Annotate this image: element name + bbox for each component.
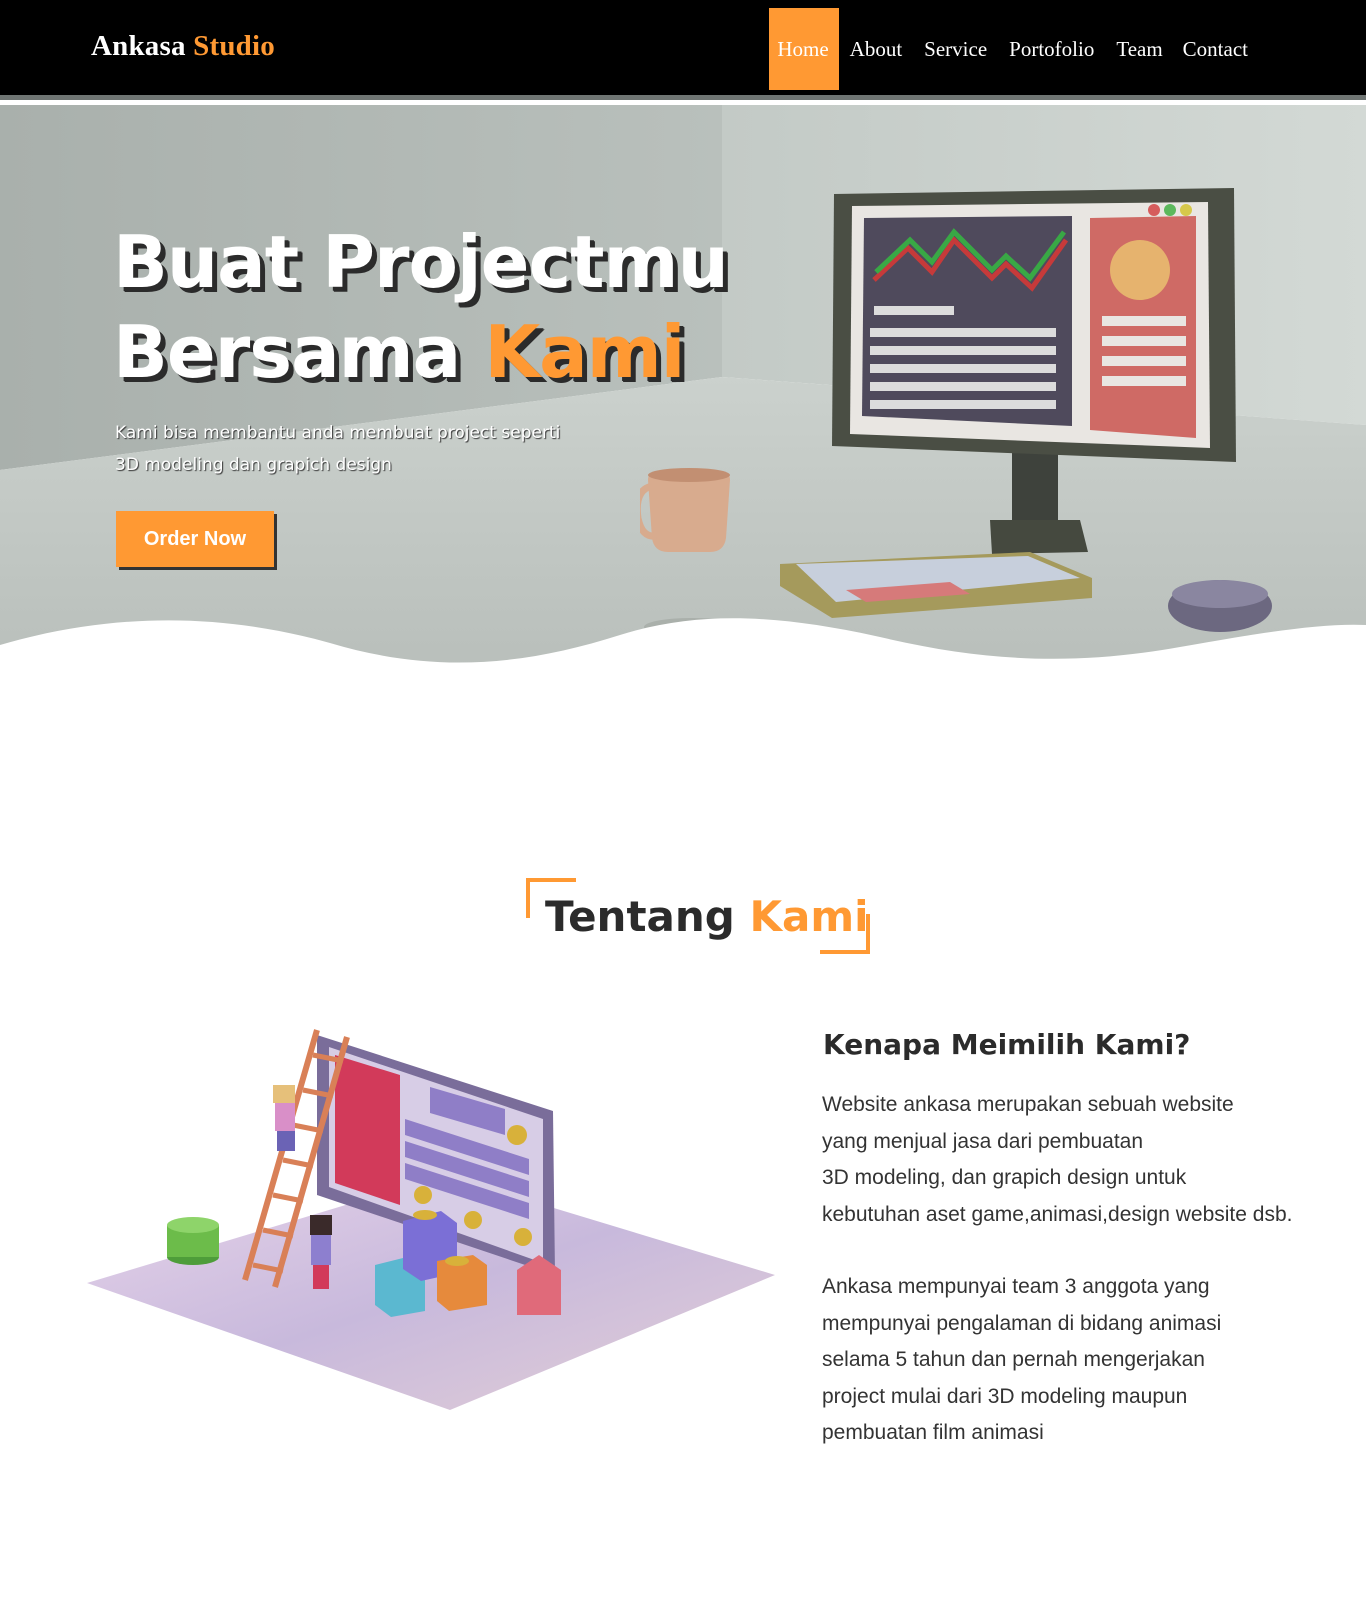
hero-title-line1: Buat Projectmu: [113, 220, 729, 304]
order-now-button[interactable]: Order Now: [116, 511, 274, 567]
isometric-builders-illustration: [87, 1029, 775, 1410]
main-nav: Home About Service Portofolio Team Conta…: [769, 8, 1366, 90]
about-paragraph-2-line: project mulai dari 3D modeling maupun: [822, 1384, 1188, 1408]
about-paragraph-1: Website ankasa merupakan sebuah website …: [822, 1087, 1322, 1233]
hero-subtitle-line2: 3D modeling dan grapich design: [115, 455, 392, 475]
nav-item-portofolio[interactable]: Portofolio: [998, 8, 1105, 90]
hero-title-accent: Kami: [484, 310, 685, 394]
desk-computer-illustration: [640, 188, 1272, 636]
brand-name: Ankasa: [91, 30, 186, 62]
about-paragraph-2-line: Ankasa mempunyai team 3 anggota yang: [822, 1275, 1210, 1298]
nav-item-team[interactable]: Team: [1105, 8, 1172, 90]
section-title-main: Tentang: [545, 892, 735, 941]
about-paragraph-1-line: Website ankasa merupakan sebuah website: [822, 1093, 1234, 1116]
nav-item-home[interactable]: Home: [769, 8, 839, 90]
hero-subtitle: Kami bisa membantu anda membuat project …: [115, 417, 585, 481]
nav-item-service[interactable]: Service: [913, 8, 998, 90]
about-paragraph-1-line: kebutuhan aset game,animasi,design websi…: [822, 1202, 1293, 1226]
about-paragraph-2: Ankasa mempunyai team 3 anggota yang mem…: [822, 1269, 1322, 1452]
section-title-accent: Kami: [749, 892, 869, 941]
about-paragraph-1-line: 3D modeling, dan grapich design untuk: [822, 1166, 1187, 1189]
brand-name-accent: Studio: [193, 30, 275, 62]
about-paragraph-2-line: pembuatan film animasi: [822, 1421, 1044, 1444]
about-paragraph-2-line: selama 5 tahun dan pernah mengerjakan: [822, 1348, 1205, 1371]
about-section-title: Tentang Kami: [526, 878, 870, 954]
why-choose-us-heading: Kenapa Meimilih Kami?: [823, 1028, 1191, 1061]
navbar: Ankasa Studio Home About Service Portofo…: [0, 0, 1366, 100]
nav-item-about[interactable]: About: [839, 8, 914, 90]
nav-item-contact[interactable]: Contact: [1173, 8, 1366, 90]
hero-wave-divider: [0, 618, 1366, 685]
hero-title-line2: Bersama: [113, 310, 461, 394]
section-title-text: Tentang Kami: [545, 892, 869, 941]
hero-section: Buat Projectmu Bersama Kami Kami bisa me…: [0, 105, 1366, 685]
brand-logo[interactable]: Ankasa Studio: [91, 30, 275, 63]
hero-title: Buat Projectmu Bersama Kami: [113, 217, 729, 397]
about-paragraph-2-line: mempunyai pengalaman di bidang animasi: [822, 1311, 1222, 1335]
about-paragraph-1-line: yang menjual jasa dari pembuatan: [822, 1129, 1144, 1153]
hero-subtitle-line1: Kami bisa membantu anda membuat project …: [115, 423, 561, 443]
